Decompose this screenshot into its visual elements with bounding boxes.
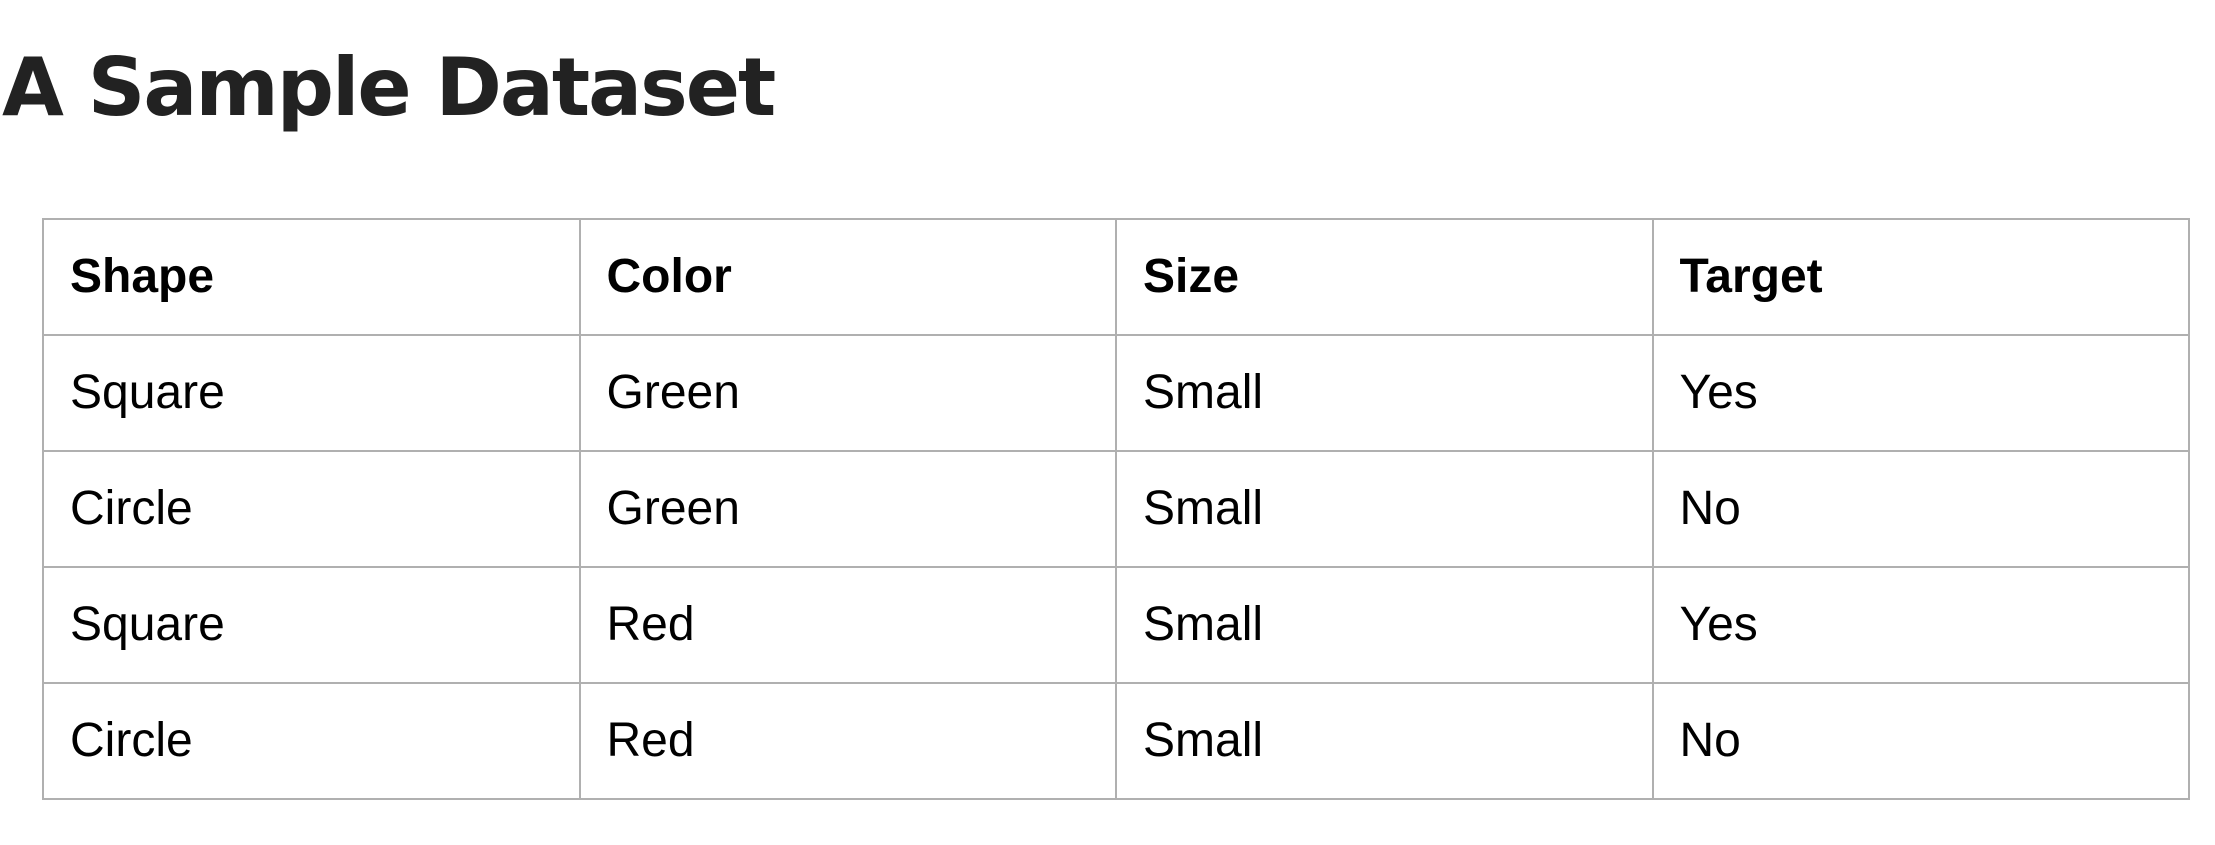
table-row: Square Red Small Yes xyxy=(42,566,2190,684)
cell-color: Red xyxy=(578,682,1117,800)
cell-color: Red xyxy=(578,566,1117,684)
page-title: A Sample Dataset xyxy=(2,41,776,134)
column-header-size: Size xyxy=(1115,218,1654,336)
cell-shape: Circle xyxy=(42,450,581,568)
cell-size: Small xyxy=(1115,450,1654,568)
cell-size: Small xyxy=(1115,682,1654,800)
cell-target: No xyxy=(1651,450,2190,568)
cell-target: No xyxy=(1651,682,2190,800)
dataset-table: Shape Color Size Target Square Green Sma… xyxy=(42,218,2190,800)
table-header-row: Shape Color Size Target xyxy=(42,218,2190,336)
cell-shape: Square xyxy=(42,566,581,684)
cell-target: Yes xyxy=(1651,334,2190,452)
cell-size: Small xyxy=(1115,334,1654,452)
cell-size: Small xyxy=(1115,566,1654,684)
cell-target: Yes xyxy=(1651,566,2190,684)
cell-shape: Circle xyxy=(42,682,581,800)
cell-color: Green xyxy=(578,450,1117,568)
column-header-target: Target xyxy=(1651,218,2190,336)
table-row: Square Green Small Yes xyxy=(42,334,2190,452)
column-header-shape: Shape xyxy=(42,218,581,336)
table-row: Circle Red Small No xyxy=(42,682,2190,800)
cell-shape: Square xyxy=(42,334,581,452)
cell-color: Green xyxy=(578,334,1117,452)
column-header-color: Color xyxy=(578,218,1117,336)
table-row: Circle Green Small No xyxy=(42,450,2190,568)
